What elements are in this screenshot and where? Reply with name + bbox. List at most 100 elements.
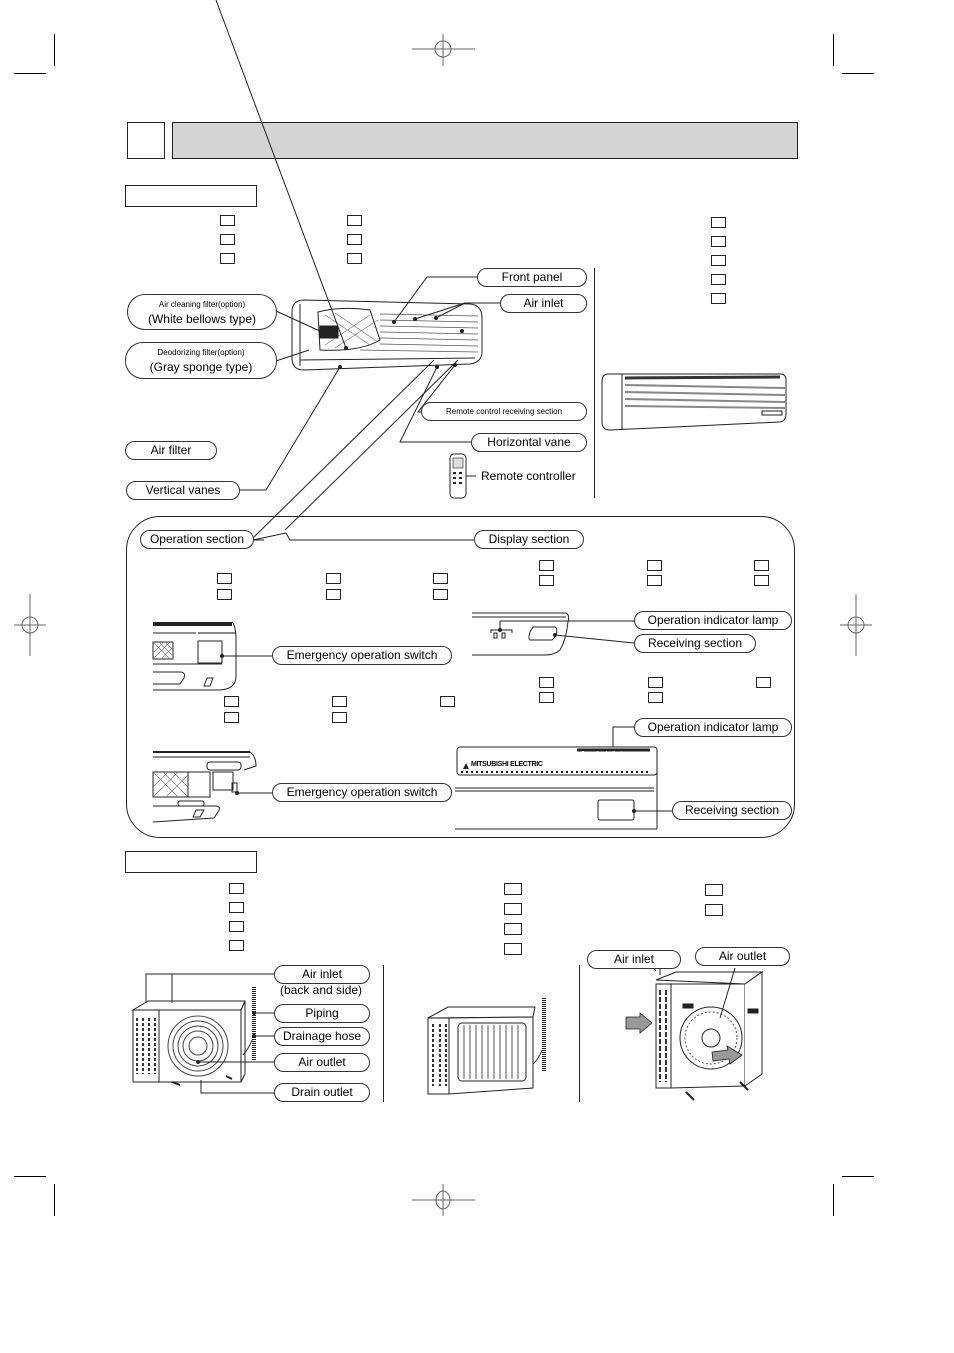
label-vertical-vanes: Vertical vanes xyxy=(126,481,240,500)
model-checkbox xyxy=(440,696,455,707)
model-checkbox xyxy=(705,904,723,916)
model-checkbox xyxy=(647,575,662,586)
label-air-cleaning-filter-line2: (White bellows type) xyxy=(147,312,257,326)
model-checkbox xyxy=(648,677,663,688)
outdoor-unit-subheader xyxy=(125,851,257,873)
model-checkbox xyxy=(224,696,239,707)
model-checkbox xyxy=(504,923,522,935)
model-checkbox xyxy=(539,560,554,571)
label-air-outlet-large-unit: Air outlet xyxy=(695,947,790,966)
model-checkbox xyxy=(229,921,244,932)
label-air-inlet-back-side: Air inlet xyxy=(274,965,370,984)
model-checkbox xyxy=(347,234,362,245)
model-checkbox xyxy=(217,573,232,584)
label-emergency-operation-switch-1: Emergency operation switch xyxy=(272,646,452,665)
indoor-unit-illustration xyxy=(291,299,483,371)
model-checkbox xyxy=(711,236,726,247)
model-checkbox xyxy=(705,884,723,896)
crop-mark xyxy=(833,1184,834,1216)
column-divider xyxy=(594,268,595,498)
label-drainage-hose: Drainage hose xyxy=(274,1027,370,1046)
model-checkbox xyxy=(504,943,522,955)
registration-target-bottom xyxy=(412,1184,475,1216)
model-checkbox xyxy=(711,217,726,228)
model-checkbox xyxy=(332,696,347,707)
label-front-panel: Front panel xyxy=(477,268,587,287)
model-checkbox xyxy=(224,712,239,723)
model-checkbox xyxy=(754,560,769,571)
remote-controller-icon xyxy=(449,453,476,499)
airflow-arrow-icon xyxy=(625,1012,653,1034)
model-checkbox xyxy=(754,575,769,586)
operation-indicator-caption: Operation Indicator xyxy=(581,751,628,757)
model-checkbox xyxy=(347,253,362,264)
label-receiving-section-1: Receiving section xyxy=(634,634,756,653)
model-checkbox xyxy=(326,573,341,584)
model-checkbox xyxy=(433,589,448,600)
model-checkbox xyxy=(220,215,235,226)
label-display-section: Display section xyxy=(474,530,584,549)
label-remote-controller: Remote controller xyxy=(481,469,576,483)
airflow-arrow-icon xyxy=(711,1045,743,1065)
section-number-box xyxy=(127,122,165,159)
model-checkbox xyxy=(229,940,244,951)
detail-panel xyxy=(126,516,795,838)
label-deodorizing-filter: Deodorizing filter(option) (Gray sponge … xyxy=(125,342,277,379)
model-checkbox xyxy=(539,677,554,688)
model-checkbox xyxy=(229,902,244,913)
label-operation-indicator-lamp-1: Operation indicator lamp xyxy=(634,611,792,630)
label-air-cleaning-filter-line1: Air cleaning filter(option) xyxy=(158,300,246,309)
model-checkbox xyxy=(539,692,554,703)
outdoor-unit-illustration-2 xyxy=(427,998,546,1095)
registration-target-right xyxy=(840,594,872,656)
label-remote-control-receiving-section: Remote control receiving section xyxy=(421,402,587,421)
label-air-cleaning-filter: Air cleaning filter(option) (White bello… xyxy=(127,294,277,330)
label-receiving-section-2: Receiving section xyxy=(672,801,792,820)
outdoor-unit-illustration-1 xyxy=(131,973,274,1094)
model-checkbox xyxy=(504,903,522,915)
model-checkbox xyxy=(711,293,726,304)
model-checkbox xyxy=(217,589,232,600)
model-checkbox xyxy=(756,677,771,688)
label-air-inlet: Air inlet xyxy=(500,294,587,313)
label-air-filter: Air filter xyxy=(125,441,217,460)
label-deodorizing-filter-line2: (Gray sponge type) xyxy=(149,360,253,374)
model-checkbox xyxy=(648,692,663,703)
column-divider xyxy=(579,965,580,1102)
crop-mark xyxy=(14,1176,46,1177)
crop-mark xyxy=(54,34,55,66)
label-air-inlet-back-side-note: (back and side) xyxy=(280,983,363,997)
label-emergency-operation-switch-2: Emergency operation switch xyxy=(272,783,452,802)
column-divider xyxy=(383,965,384,1102)
crop-mark xyxy=(842,73,874,74)
model-checkbox xyxy=(711,255,726,266)
label-operation-section: Operation section xyxy=(140,530,254,549)
registration-target-left xyxy=(14,594,46,656)
model-checkbox xyxy=(433,573,448,584)
model-checkbox xyxy=(647,560,662,571)
crop-mark xyxy=(54,1184,55,1216)
section-title-bar xyxy=(172,122,798,159)
label-piping: Piping xyxy=(274,1004,370,1023)
crop-mark xyxy=(842,1176,874,1177)
model-checkbox xyxy=(326,589,341,600)
label-air-inlet-large-unit: Air inlet xyxy=(587,950,681,969)
label-deodorizing-filter-line1: Deodorizing filter(option) xyxy=(157,348,245,357)
label-drain-outlet: Drain outlet xyxy=(274,1083,370,1102)
model-checkbox xyxy=(347,215,362,226)
brand-logo-text: MITSUBISHI ELECTRIC xyxy=(471,761,543,768)
model-checkbox xyxy=(220,253,235,264)
model-checkbox xyxy=(229,883,244,894)
indoor-unit-alt-illustration xyxy=(601,373,787,431)
indoor-unit-subheader xyxy=(125,185,257,207)
model-checkbox xyxy=(332,712,347,723)
label-operation-indicator-lamp-2: Operation indicator lamp xyxy=(634,718,792,737)
label-air-outlet: Air outlet xyxy=(274,1053,370,1072)
model-checkbox xyxy=(539,575,554,586)
crop-mark xyxy=(14,73,46,74)
registration-target-top xyxy=(412,34,475,66)
model-checkbox xyxy=(711,274,726,285)
crop-mark xyxy=(833,34,834,66)
model-checkbox xyxy=(220,234,235,245)
label-horizontal-vane: Horizontal vane xyxy=(471,433,587,452)
